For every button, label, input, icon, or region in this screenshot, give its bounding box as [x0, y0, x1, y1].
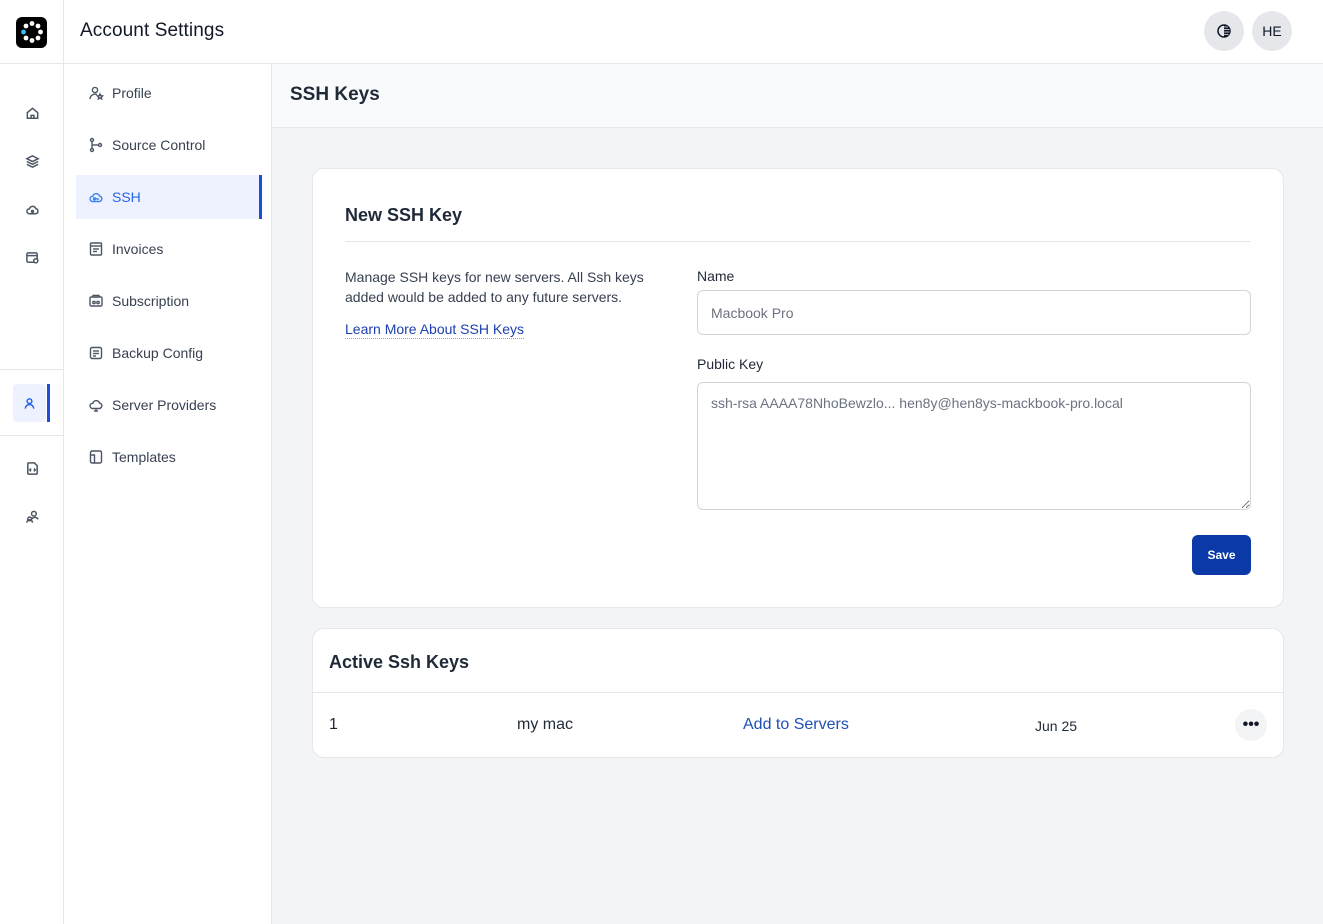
- nav-item-backup-config[interactable]: Backup Config: [76, 331, 260, 375]
- template-icon: [89, 450, 103, 464]
- rail-account[interactable]: [13, 384, 46, 422]
- receipt-icon: [89, 242, 103, 256]
- key-index: 1: [329, 716, 338, 733]
- key-name: my mac: [517, 716, 573, 733]
- main-content: SSH Keys New SSH Key Manage SSH keys for…: [272, 64, 1323, 924]
- more-options-button[interactable]: •••: [1235, 709, 1267, 741]
- user-avatar-button[interactable]: HE: [1252, 11, 1292, 51]
- nav-item-invoices[interactable]: Invoices: [76, 227, 260, 271]
- nav-item-label: Backup Config: [112, 345, 204, 361]
- contrast-icon: [1217, 24, 1231, 38]
- key-date: Jun 25: [1035, 718, 1078, 734]
- name-label: Name: [697, 268, 735, 284]
- cloud-key-icon: [89, 192, 103, 203]
- save-button[interactable]: Save: [1192, 535, 1251, 575]
- public-key-label: Public Key: [697, 356, 764, 372]
- learn-more-link[interactable]: Learn More About SSH Keys: [345, 321, 524, 339]
- cloud-server-icon: [89, 399, 103, 412]
- rail-divider: [0, 435, 63, 436]
- nav-item-label: Profile: [112, 85, 152, 101]
- subscription-icon: [89, 294, 103, 307]
- app-logo[interactable]: [16, 16, 47, 48]
- nav-item-ssh[interactable]: SSH: [76, 175, 262, 219]
- rail-projects[interactable]: [16, 145, 48, 177]
- page-header: SSH Keys: [272, 64, 1323, 128]
- nav-active-indicator: [259, 175, 262, 219]
- nav-item-label: Subscription: [112, 293, 190, 309]
- layers-icon: [24, 154, 40, 168]
- name-input[interactable]: [697, 290, 1251, 335]
- home-icon: [26, 106, 38, 119]
- divider: [345, 241, 1251, 242]
- rail-docs[interactable]: [16, 452, 48, 484]
- rail-home[interactable]: [16, 97, 48, 129]
- user-icon: [24, 397, 35, 409]
- page-title: SSH Keys: [290, 84, 380, 105]
- new-ssh-key-card: New SSH Key Manage SSH keys for new serv…: [312, 168, 1284, 608]
- nav-item-server-providers[interactable]: Server Providers: [76, 383, 260, 427]
- cloud-icon: [25, 205, 39, 214]
- rail-schedule[interactable]: [16, 241, 48, 273]
- code-icon: [26, 461, 38, 475]
- rail-active-indicator: [47, 384, 50, 422]
- nav-item-label: SSH: [112, 189, 141, 205]
- top-bar: Account Settings HE: [0, 0, 1323, 64]
- public-key-textarea[interactable]: [697, 382, 1251, 510]
- active-ssh-keys-card: Active Ssh Keys 1 my mac Add to Servers …: [312, 628, 1284, 758]
- rail-servers[interactable]: [16, 193, 48, 225]
- more-icon: •••: [1242, 716, 1260, 733]
- settings-nav: Profile Source Control SSH Invoices Subs…: [64, 64, 272, 924]
- icon-rail: [0, 64, 64, 924]
- rail-divider: [0, 369, 63, 370]
- theme-toggle-button[interactable]: [1204, 11, 1244, 51]
- backup-icon: [89, 346, 103, 360]
- nav-item-label: Source Control: [112, 137, 206, 153]
- nav-item-source-control[interactable]: Source Control: [76, 123, 260, 167]
- nav-item-templates[interactable]: Templates: [76, 435, 260, 479]
- nav-item-subscription[interactable]: Subscription: [76, 279, 260, 323]
- card-title: Active Ssh Keys: [329, 652, 470, 672]
- rail-team[interactable]: [16, 500, 48, 532]
- card-title: New SSH Key: [345, 205, 463, 225]
- app-title: Account Settings: [80, 20, 225, 41]
- ssh-description: Manage SSH keys for new servers. All Ssh…: [345, 269, 644, 305]
- users-icon: [25, 510, 39, 523]
- calendar-icon: [25, 251, 39, 264]
- logo-icon: [20, 21, 43, 43]
- git-branch-icon: [89, 137, 103, 153]
- top-actions: HE: [1204, 11, 1292, 51]
- nav-item-label: Invoices: [112, 241, 164, 257]
- user-star-icon: [89, 86, 104, 101]
- nav-item-label: Templates: [112, 449, 176, 465]
- table-row: 1 my mac Add to Servers Jun 25 •••: [313, 693, 1283, 757]
- add-to-servers-link[interactable]: Add to Servers: [743, 716, 849, 734]
- nav-item-label: Server Providers: [112, 397, 217, 413]
- logo-cell[interactable]: [0, 0, 64, 64]
- nav-item-profile[interactable]: Profile: [76, 71, 260, 115]
